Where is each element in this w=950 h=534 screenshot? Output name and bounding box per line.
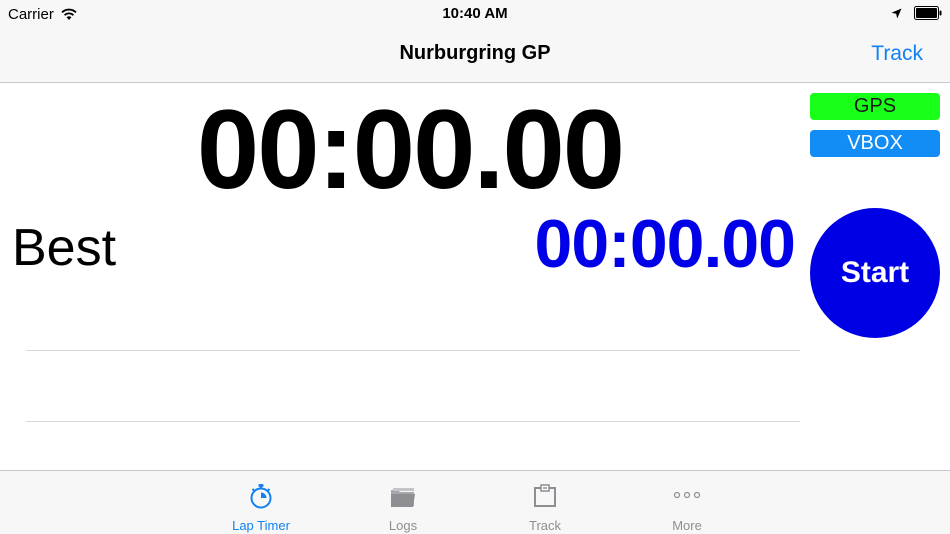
tab-track[interactable]: Track	[495, 471, 595, 534]
navigation-bar: Nurburgring GP Track	[0, 28, 950, 83]
status-bar: Carrier 10:40 AM	[0, 0, 950, 28]
current-lap-time: 00:00.00	[196, 87, 625, 212]
status-time: 10:40 AM	[442, 5, 508, 22]
tab-label: More	[672, 518, 702, 533]
location-icon	[891, 8, 902, 18]
nav-title: Nurburgring GP	[399, 42, 551, 64]
divider	[26, 421, 800, 422]
tab-more[interactable]: More	[637, 471, 737, 534]
tab-logs[interactable]: Logs	[353, 471, 453, 534]
start-button[interactable]: Start	[810, 208, 940, 338]
tab-bar: Lap Timer Logs Track More	[0, 470, 950, 534]
track-nav-button[interactable]: Track	[871, 42, 923, 66]
more-dots-icon	[673, 491, 701, 499]
track-icon	[534, 484, 556, 507]
tab-label: Logs	[388, 518, 418, 533]
tab-label: Track	[528, 518, 562, 533]
battery-icon	[914, 6, 942, 20]
gps-status-badge[interactable]: GPS	[810, 93, 940, 120]
best-label: Best	[12, 219, 117, 277]
best-lap-time: 00:00.00	[534, 206, 796, 282]
vbox-status-badge[interactable]: VBOX	[810, 130, 940, 157]
folder-icon	[391, 488, 415, 507]
stopwatch-icon	[250, 484, 272, 509]
status-right-icons	[891, 6, 942, 20]
divider	[26, 350, 800, 351]
tab-label: Lap Timer	[232, 518, 290, 533]
tab-lap-timer[interactable]: Lap Timer	[211, 471, 311, 534]
